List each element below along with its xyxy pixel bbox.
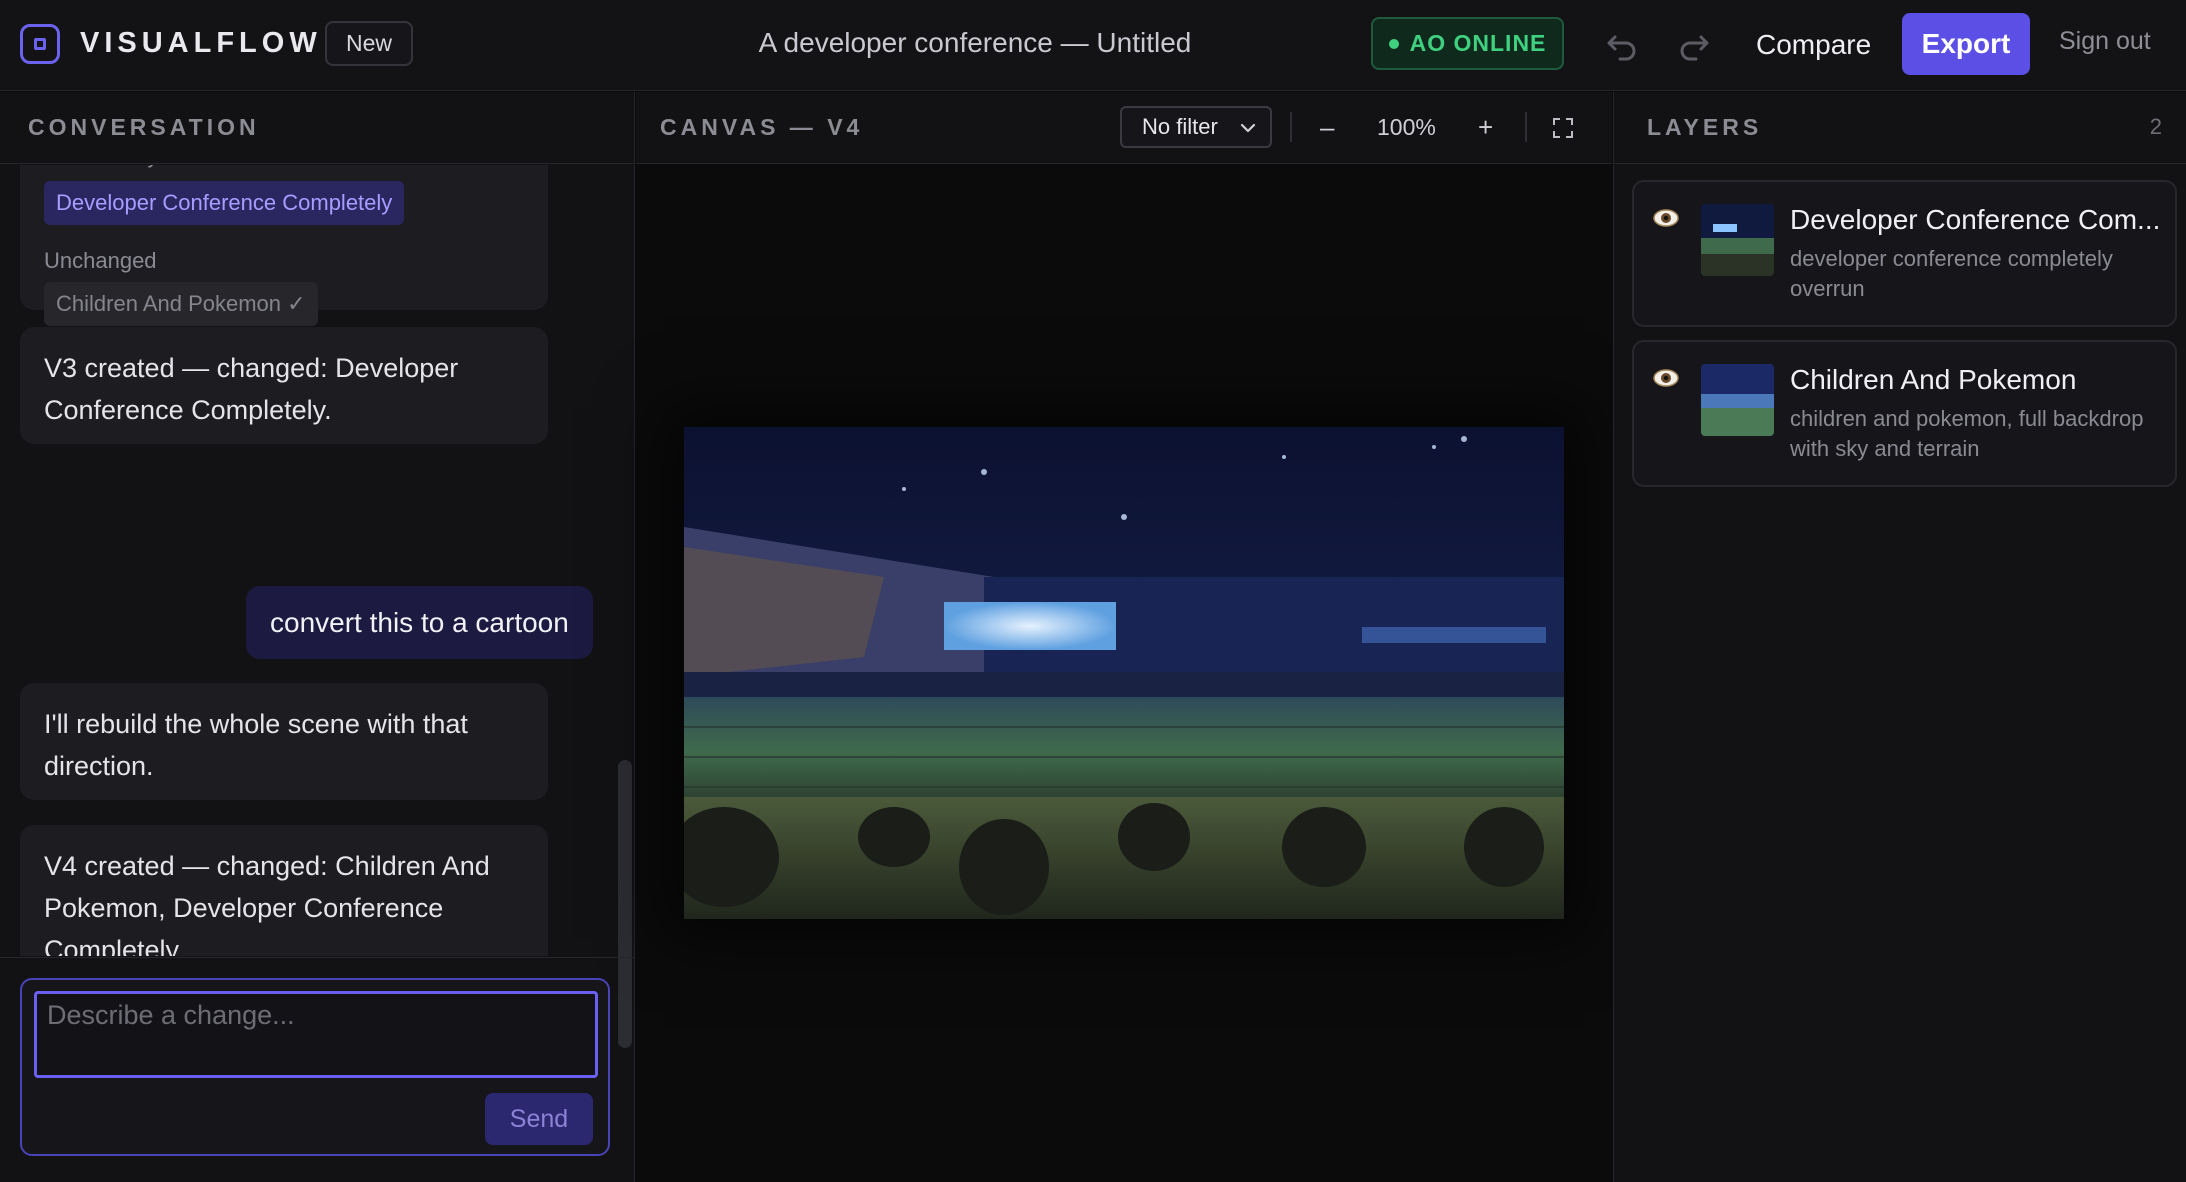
affected-layers-label: Affected layers xyxy=(44,165,189,177)
unchanged-label: Unchanged xyxy=(44,248,157,273)
status-dot-icon xyxy=(1388,38,1399,49)
conversation-header: CONVERSATION xyxy=(0,92,634,164)
filter-select[interactable]: No filter xyxy=(1120,106,1272,148)
layer-item[interactable]: Developer Conference Com... developer co… xyxy=(1632,180,2177,327)
document-title: A developer conference — Untitled xyxy=(758,27,1192,58)
zoom-in-button[interactable]: + xyxy=(1478,112,1493,143)
redo-icon[interactable] xyxy=(1674,25,1714,65)
send-button[interactable]: Send xyxy=(485,1093,593,1145)
layer-description: children and pokemon, full backdrop with… xyxy=(1790,406,2144,461)
layers-title: LAYERS xyxy=(1647,114,1763,140)
composer: Send xyxy=(20,978,610,1156)
canvas-title: CANVAS — V4 xyxy=(660,114,864,140)
layers-panel: LAYERS 2 Developer Conference Com... dev… xyxy=(1613,92,2186,1182)
new-button[interactable]: New xyxy=(325,21,414,66)
top-bar: VISUALFLOW New A developer conference — … xyxy=(0,0,2186,91)
canvas-toolbar: CANVAS — V4 No filter – 100% + xyxy=(636,92,1612,164)
fullscreen-icon[interactable] xyxy=(1551,116,1575,140)
layer-description: developer conference completely overrun xyxy=(1790,246,2113,301)
canvas-image[interactable] xyxy=(684,427,1564,919)
layer-thumbnail xyxy=(1701,204,1774,276)
change-input[interactable] xyxy=(34,991,598,1078)
layer-name: Children And Pokemon xyxy=(1790,364,2077,395)
sign-out-link[interactable]: Sign out xyxy=(2059,27,2151,56)
status-badge: AO ONLINE xyxy=(1371,17,1564,70)
user-message: convert this to a cartoon xyxy=(246,586,593,659)
compare-button[interactable]: Compare xyxy=(1738,23,1889,67)
toolbar-divider xyxy=(1525,112,1527,142)
undo-icon[interactable] xyxy=(1602,25,1642,65)
status-text: AO ONLINE xyxy=(1409,30,1547,56)
assistant-message: I'll rebuild the whole scene with that d… xyxy=(20,683,548,800)
unchanged-layer-chip[interactable]: Children And Pokemon ✓ xyxy=(44,282,318,326)
layer-thumbnail xyxy=(1701,364,1774,436)
zoom-out-button[interactable]: – xyxy=(1320,112,1334,143)
chevron-down-icon xyxy=(1240,123,1256,133)
eye-icon[interactable] xyxy=(1652,366,1680,390)
layer-name: Developer Conference Com... xyxy=(1790,204,2161,235)
filter-value: No filter xyxy=(1142,114,1218,139)
brand-name: VISUALFLOW xyxy=(80,27,322,59)
chat-scroll-area[interactable]: Affected layers Developer Conference Com… xyxy=(0,165,634,956)
export-button[interactable]: Export xyxy=(1902,13,2030,75)
change-summary-card: Affected layers Developer Conference Com… xyxy=(20,165,548,326)
toolbar-divider xyxy=(1290,112,1292,142)
layers-count: 2 xyxy=(2149,114,2162,139)
composer-area: Send xyxy=(0,957,634,1182)
logo-icon xyxy=(20,24,60,64)
layers-header: LAYERS 2 xyxy=(1614,92,2186,164)
canvas-panel: CANVAS — V4 No filter – 100% + xyxy=(636,92,1612,1182)
assistant-message: V4 created — changed: Children And Pokem… xyxy=(20,825,548,956)
affected-layer-chip[interactable]: Developer Conference Completely xyxy=(44,181,405,225)
conversation-panel: CONVERSATION Affected layers Developer C… xyxy=(0,92,635,1182)
eye-icon[interactable] xyxy=(1652,206,1680,230)
zoom-level: 100% xyxy=(1377,114,1436,140)
assistant-message: V3 created — changed: Developer Conferen… xyxy=(20,327,548,444)
layer-item[interactable]: Children And Pokemon children and pokemo… xyxy=(1632,340,2177,487)
